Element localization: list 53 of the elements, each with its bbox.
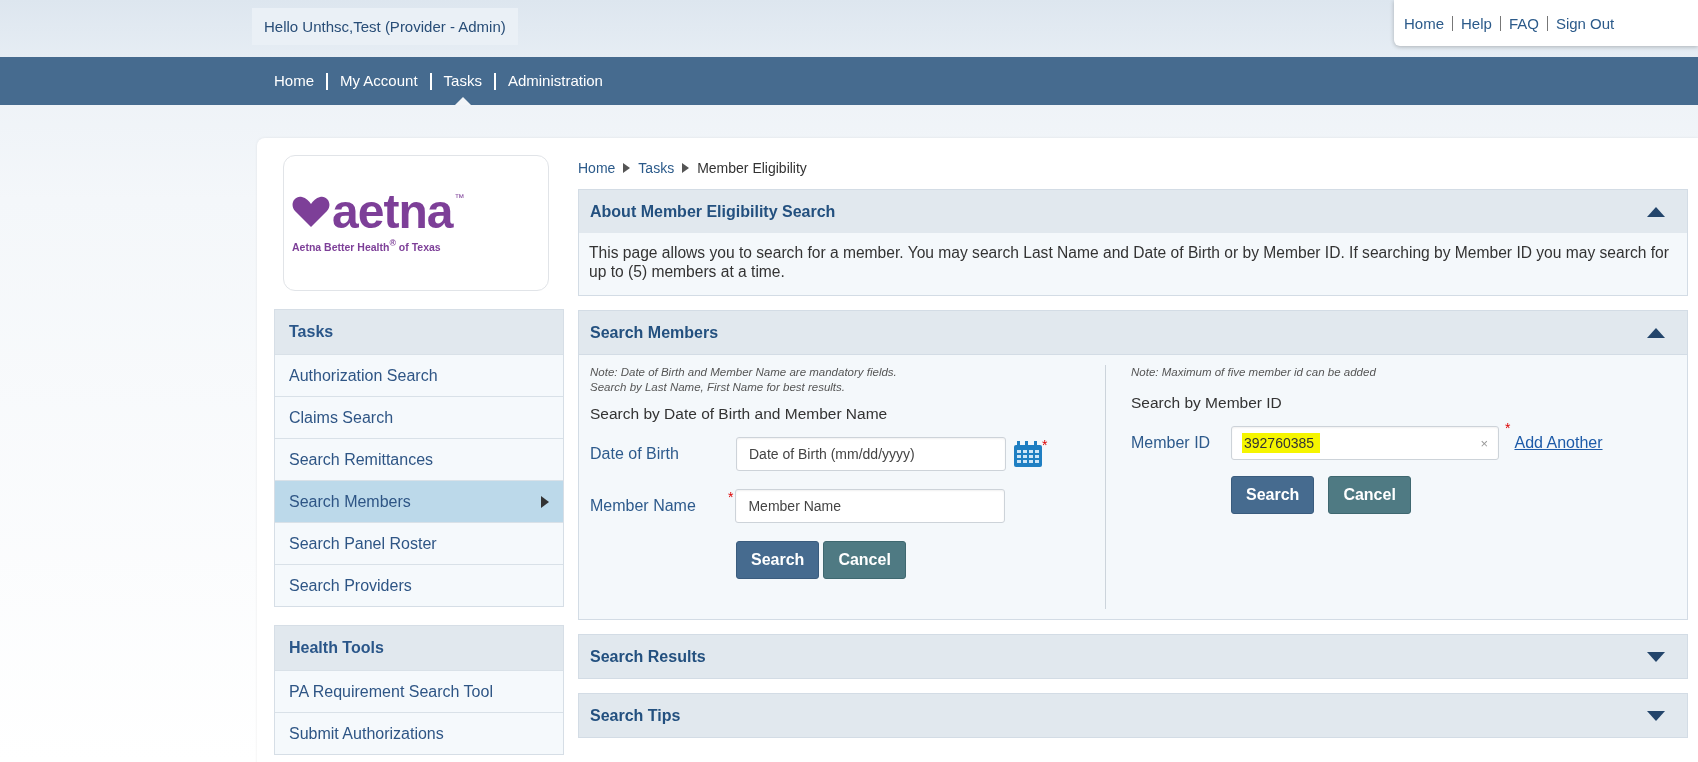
field-label: Member Name [590,497,697,515]
sidebar-item[interactable]: Search Providers [275,564,563,606]
note-text: Note: Maximum of five member id can be added [1131,365,1377,380]
panel-header[interactable]: Search Results [579,635,1687,678]
field-label: Member ID [1131,434,1212,452]
note-text: Note: Date of Birth and Member Name are mandatory fields. Search by Last Name, First Name for best results. [590,365,898,395]
cancel-button[interactable]: Cancel [823,541,906,579]
breadcrumb-arrow-icon [623,163,631,173]
sidebar-item[interactable]: Search Panel Roster [275,522,563,564]
panel-header[interactable]: Search Members [579,311,1687,354]
nav-tab[interactable]: My Account [340,57,418,105]
sidebar-item[interactable]: Search Members [275,480,563,522]
sidebar-item[interactable]: Claims Search [275,396,563,438]
caret-icon [541,495,549,508]
required-mark: * [1042,437,1048,453]
section-heading: Search by Date of Birth and Member Name [590,405,889,423]
header-link[interactable]: Home [1404,14,1444,32]
cancel-button[interactable]: Cancel [1328,476,1411,514]
breadcrumb-arrow-icon [682,163,690,173]
field-label: Date of Birth [590,445,680,463]
breadcrumb-current: Member Eligibility [697,160,807,176]
sidebar-item[interactable]: Authorization Search [275,354,563,396]
required-mark: * [1505,420,1511,436]
nav-tab[interactable]: Administration [507,57,603,105]
sidebar-item[interactable]: PA Requirement Search Tool [275,670,563,712]
panel-header[interactable]: Search Tips [579,694,1687,737]
sidebar-heading: Health Tools [275,626,563,670]
add-another-link[interactable]: Add Another [1514,434,1603,452]
search-button[interactable]: Search [1231,476,1315,514]
logo-tagline: Aetna Better Health$^{®}$ of Texas [292,238,442,253]
header-link[interactable]: FAQ [1508,14,1539,32]
input-field[interactable]: Date of Birth (mm/dd/yyyy) [736,437,1006,471]
input-field[interactable]: 392760385 × [1231,426,1499,460]
trademark-mark: ™ [454,192,465,203]
greeting-text: Hello Unthsc,Test (Provider - Admin) [252,8,518,45]
breadcrumb-link[interactable]: Home [578,160,616,176]
logo-wordmark: aetna [332,192,453,232]
sidebar-heading: Tasks [275,310,563,354]
nav-tab[interactable]: Tasks [443,57,482,105]
panel-description: This page allows you to search for a member. You may search Last Name and Date of Birth or by Member ID. If searching by Member ID you may search for up to (5) members at a time. [588,243,1670,282]
sidebar-item[interactable]: Submit Authorizations [275,712,563,754]
sidebar-item[interactable]: Search Remittances [275,438,563,480]
panel-header[interactable]: About Member Eligibility Search [579,190,1687,233]
required-mark: * [728,489,734,505]
input-field[interactable]: Member Name [735,489,1006,523]
nav-tab[interactable]: Home [274,57,314,105]
heart-icon [292,196,330,228]
breadcrumb-link[interactable]: Tasks [638,160,675,176]
header-link[interactable]: Sign Out [1555,14,1615,32]
search-button[interactable]: Search [736,541,820,579]
section-heading: Search by Member ID [1131,394,1283,412]
calendar-icon[interactable] [1014,441,1042,467]
header-link[interactable]: Help [1461,14,1492,32]
